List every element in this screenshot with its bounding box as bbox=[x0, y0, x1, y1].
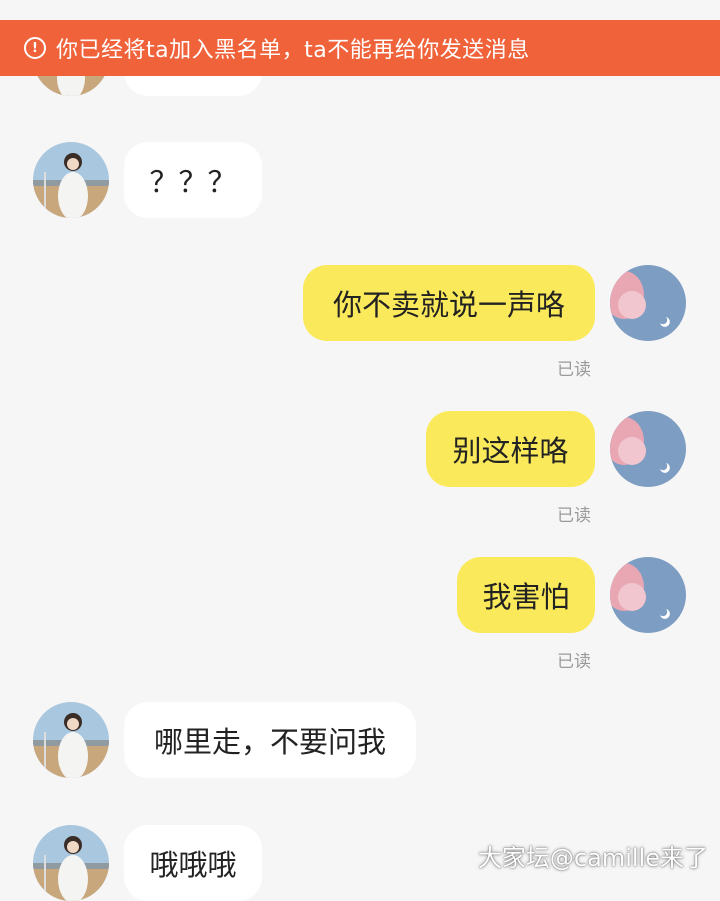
message-bubble-incoming[interactable]: 哦哦哦 bbox=[124, 825, 262, 901]
contact-avatar[interactable] bbox=[33, 825, 109, 901]
message-bubble-outgoing[interactable]: 你不卖就说一声咯 bbox=[303, 265, 595, 341]
my-avatar[interactable] bbox=[610, 265, 686, 341]
message-bubble-outgoing[interactable]: 我害怕 bbox=[457, 557, 595, 633]
message-bubble-outgoing[interactable]: 别这样咯 bbox=[426, 411, 595, 487]
read-status: 已读 bbox=[557, 652, 591, 672]
message-text: 哦哦哦 bbox=[149, 848, 237, 882]
read-status: 已读 bbox=[557, 506, 591, 526]
my-avatar[interactable] bbox=[610, 411, 686, 487]
message-text: 别这样咯 bbox=[452, 434, 569, 468]
message-text: ？？？ bbox=[149, 165, 237, 199]
watermark: 大家坛@camille来了 bbox=[477, 844, 708, 872]
blacklist-banner: ! 你已经将ta加入黑名单，ta不能再给你发送消息 bbox=[0, 20, 720, 76]
banner-text: 你已经将ta加入黑名单，ta不能再给你发送消息 bbox=[56, 38, 530, 63]
contact-avatar[interactable] bbox=[33, 142, 109, 218]
status-bar-strip bbox=[0, 0, 720, 20]
alert-circle-icon: ! bbox=[24, 37, 46, 59]
message-text: 我害怕 bbox=[482, 580, 570, 614]
message-text: 哪里走，不要问我 bbox=[153, 725, 386, 759]
read-status: 已读 bbox=[557, 360, 591, 380]
my-avatar[interactable] bbox=[610, 557, 686, 633]
message-text: 你不卖就说一声咯 bbox=[332, 288, 565, 322]
contact-avatar[interactable] bbox=[33, 702, 109, 778]
message-bubble-incoming[interactable]: 哪里走，不要问我 bbox=[124, 702, 416, 778]
message-bubble-incoming[interactable]: ？？？ bbox=[124, 142, 262, 218]
